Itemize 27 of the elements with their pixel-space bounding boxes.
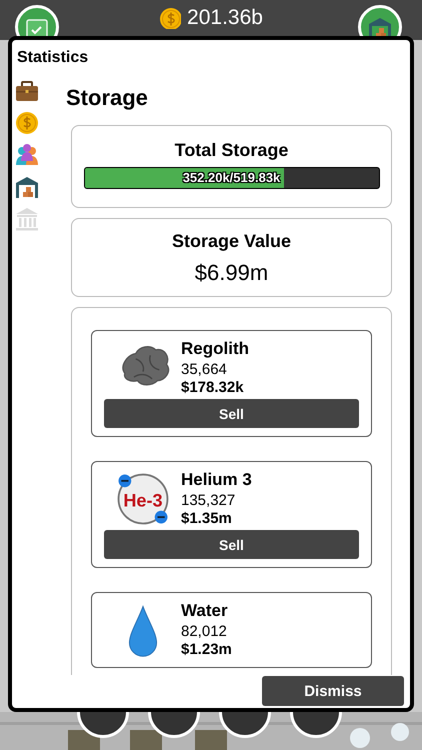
people-icon[interactable] bbox=[15, 143, 39, 167]
sell-button[interactable]: Sell bbox=[104, 399, 359, 428]
dialog-title: Statistics bbox=[16, 48, 90, 68]
balance-amount: 201.36b bbox=[187, 6, 263, 30]
briefcase-icon[interactable] bbox=[15, 79, 39, 103]
warehouse-icon[interactable] bbox=[15, 175, 39, 199]
resource-amount: 135,327 bbox=[181, 492, 236, 509]
resource-value: $1.35m bbox=[181, 510, 233, 527]
icon-label: He-3 bbox=[122, 490, 162, 510]
minus-icon bbox=[154, 510, 167, 524]
resource-value: $178.32k bbox=[181, 379, 245, 396]
progress-reading: 352.20k/519.83k bbox=[182, 170, 282, 185]
resource-name: Regolith bbox=[181, 339, 249, 359]
storage-value: $6.99m bbox=[194, 260, 268, 286]
card-title: Total Storage bbox=[174, 140, 288, 161]
resource-value: $1.23m bbox=[181, 641, 232, 658]
resource-amount: 35,664 bbox=[181, 361, 228, 378]
section-heading: Storage bbox=[66, 85, 149, 111]
resource-name: Helium 3 bbox=[181, 470, 252, 490]
card-title: Storage Value bbox=[172, 231, 292, 252]
coin-icon bbox=[159, 7, 182, 29]
sell-button[interactable]: Sell bbox=[104, 530, 359, 559]
resource-amount: 82,012 bbox=[181, 623, 228, 640]
coin-icon[interactable] bbox=[15, 111, 39, 135]
resource-name: Water bbox=[181, 601, 229, 621]
minus-icon bbox=[118, 474, 131, 488]
dismiss-button[interactable]: Dismiss bbox=[262, 676, 404, 706]
